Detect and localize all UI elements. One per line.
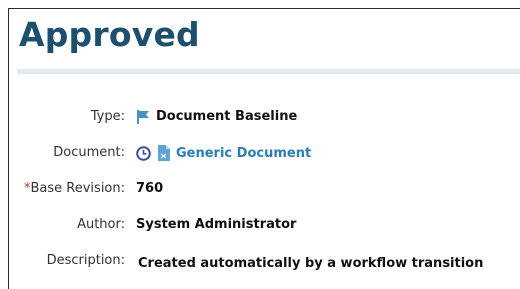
flag-icon — [136, 109, 150, 124]
description-label: Description: — [46, 253, 125, 268]
document-link[interactable]: Generic Document — [176, 146, 311, 161]
description-value: Created automatically by a workflow tran… — [138, 256, 484, 271]
base-revision-label: Base Revision: — [30, 181, 126, 196]
document-icon[interactable] — [157, 145, 170, 161]
type-row: Type: Document Baseline — [9, 109, 520, 131]
page-title: Approved — [19, 15, 200, 54]
document-value-container[interactable]: Generic Document — [136, 145, 311, 161]
type-label: Type: — [90, 109, 125, 124]
document-row: Document: Generic Document — [9, 145, 520, 167]
document-label: Document: — [53, 145, 125, 160]
base-revision-value: 760 — [136, 181, 164, 196]
clock-icon[interactable] — [136, 145, 151, 161]
description-row: Description: Created automatically by a … — [9, 253, 520, 275]
base-revision-label-container: *Base Revision: — [24, 181, 125, 196]
baseline-details-panel: Approved Type: Document Baseline Documen… — [8, 8, 520, 289]
author-row: Author: System Administrator — [9, 217, 520, 239]
author-value: System Administrator — [136, 217, 297, 232]
type-value: Document Baseline — [156, 109, 298, 124]
base-revision-row: *Base Revision: 760 — [9, 181, 520, 203]
title-divider — [17, 69, 520, 74]
author-label: Author: — [77, 217, 125, 232]
type-value-container: Document Baseline — [136, 109, 297, 124]
